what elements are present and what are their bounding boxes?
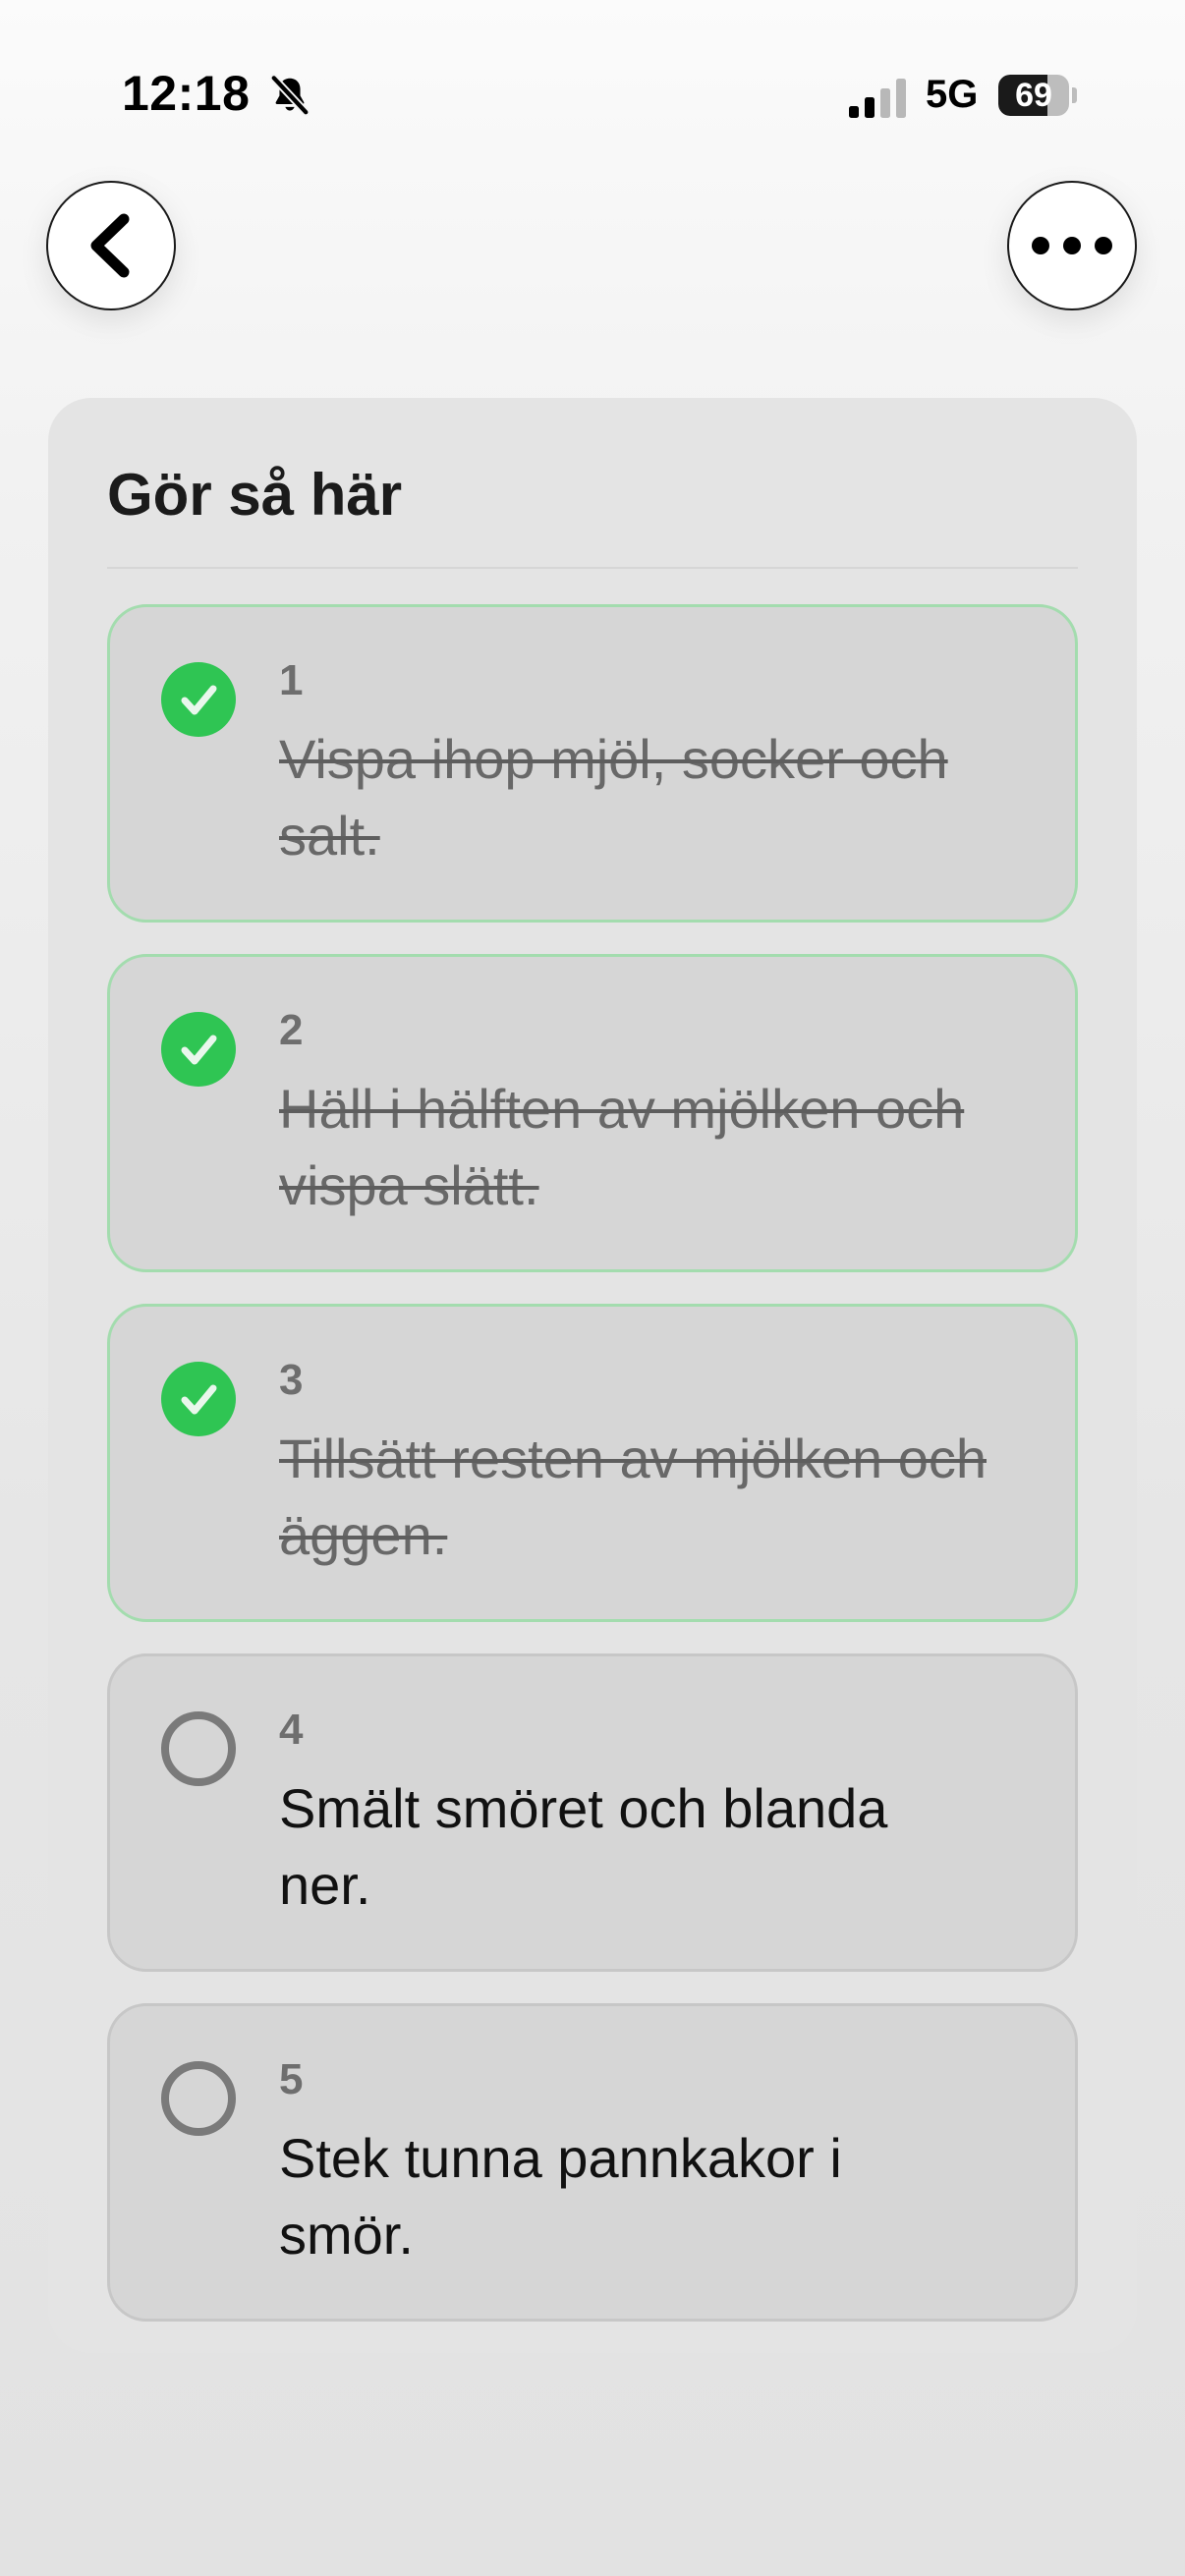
step-unchecked-indicator[interactable] xyxy=(161,2061,236,2136)
step-number: 1 xyxy=(279,656,304,704)
step-text: Häll i hälften av mjölken och vispa slät… xyxy=(279,1078,965,1216)
step-checked-indicator[interactable] xyxy=(161,662,236,737)
step-item-2[interactable]: 2 Häll i hälften av mjölken och vispa sl… xyxy=(107,954,1078,1272)
section-title: Gör så här xyxy=(107,462,403,528)
step-text: Stek tunna pannkakor i smör. xyxy=(279,2127,842,2266)
step-text: Vispa ihop mjöl, socker och salt. xyxy=(279,728,948,867)
status-bar: 12:18 5G 69 xyxy=(0,0,1185,196)
step-text: Tillsätt resten av mjölken och äggen. xyxy=(279,1428,987,1566)
divider xyxy=(107,567,1078,569)
step-checked-indicator[interactable] xyxy=(161,1012,236,1087)
step-number: 3 xyxy=(279,1356,304,1404)
network-type: 5G xyxy=(926,73,979,116)
step-unchecked-indicator[interactable] xyxy=(161,1711,236,1786)
checkmark-icon xyxy=(181,1384,217,1415)
step-item-1[interactable]: 1 Vispa ihop mjöl, socker och salt. xyxy=(107,604,1078,923)
checkmark-icon xyxy=(181,685,217,715)
chevron-left-icon xyxy=(90,213,130,278)
status-time: 12:18 xyxy=(122,66,251,121)
ellipsis-icon xyxy=(1032,237,1112,254)
step-item-4[interactable]: 4 Smält smöret och blanda ner. xyxy=(107,1653,1078,1972)
step-number: 5 xyxy=(279,2055,304,2103)
step-checked-indicator[interactable] xyxy=(161,1362,236,1436)
cellular-signal-icon xyxy=(849,79,906,118)
step-item-5[interactable]: 5 Stek tunna pannkakor i smör. xyxy=(107,2003,1078,2322)
checkmark-icon xyxy=(181,1035,217,1065)
step-text: Smält smöret och blanda ner. xyxy=(279,1777,888,1916)
more-options-button[interactable] xyxy=(1007,181,1137,310)
battery-level: 69 xyxy=(1015,77,1052,114)
step-number: 4 xyxy=(279,1706,304,1754)
back-button[interactable] xyxy=(46,181,176,310)
bell-muted-icon xyxy=(269,74,310,117)
step-item-3[interactable]: 3 Tillsätt resten av mjölken och äggen. xyxy=(107,1304,1078,1622)
step-number: 2 xyxy=(279,1006,304,1054)
battery-icon: 69 xyxy=(998,75,1077,116)
instructions-card: Gör så här 1 Vispa ihop mjöl, socker och… xyxy=(48,398,1137,2353)
